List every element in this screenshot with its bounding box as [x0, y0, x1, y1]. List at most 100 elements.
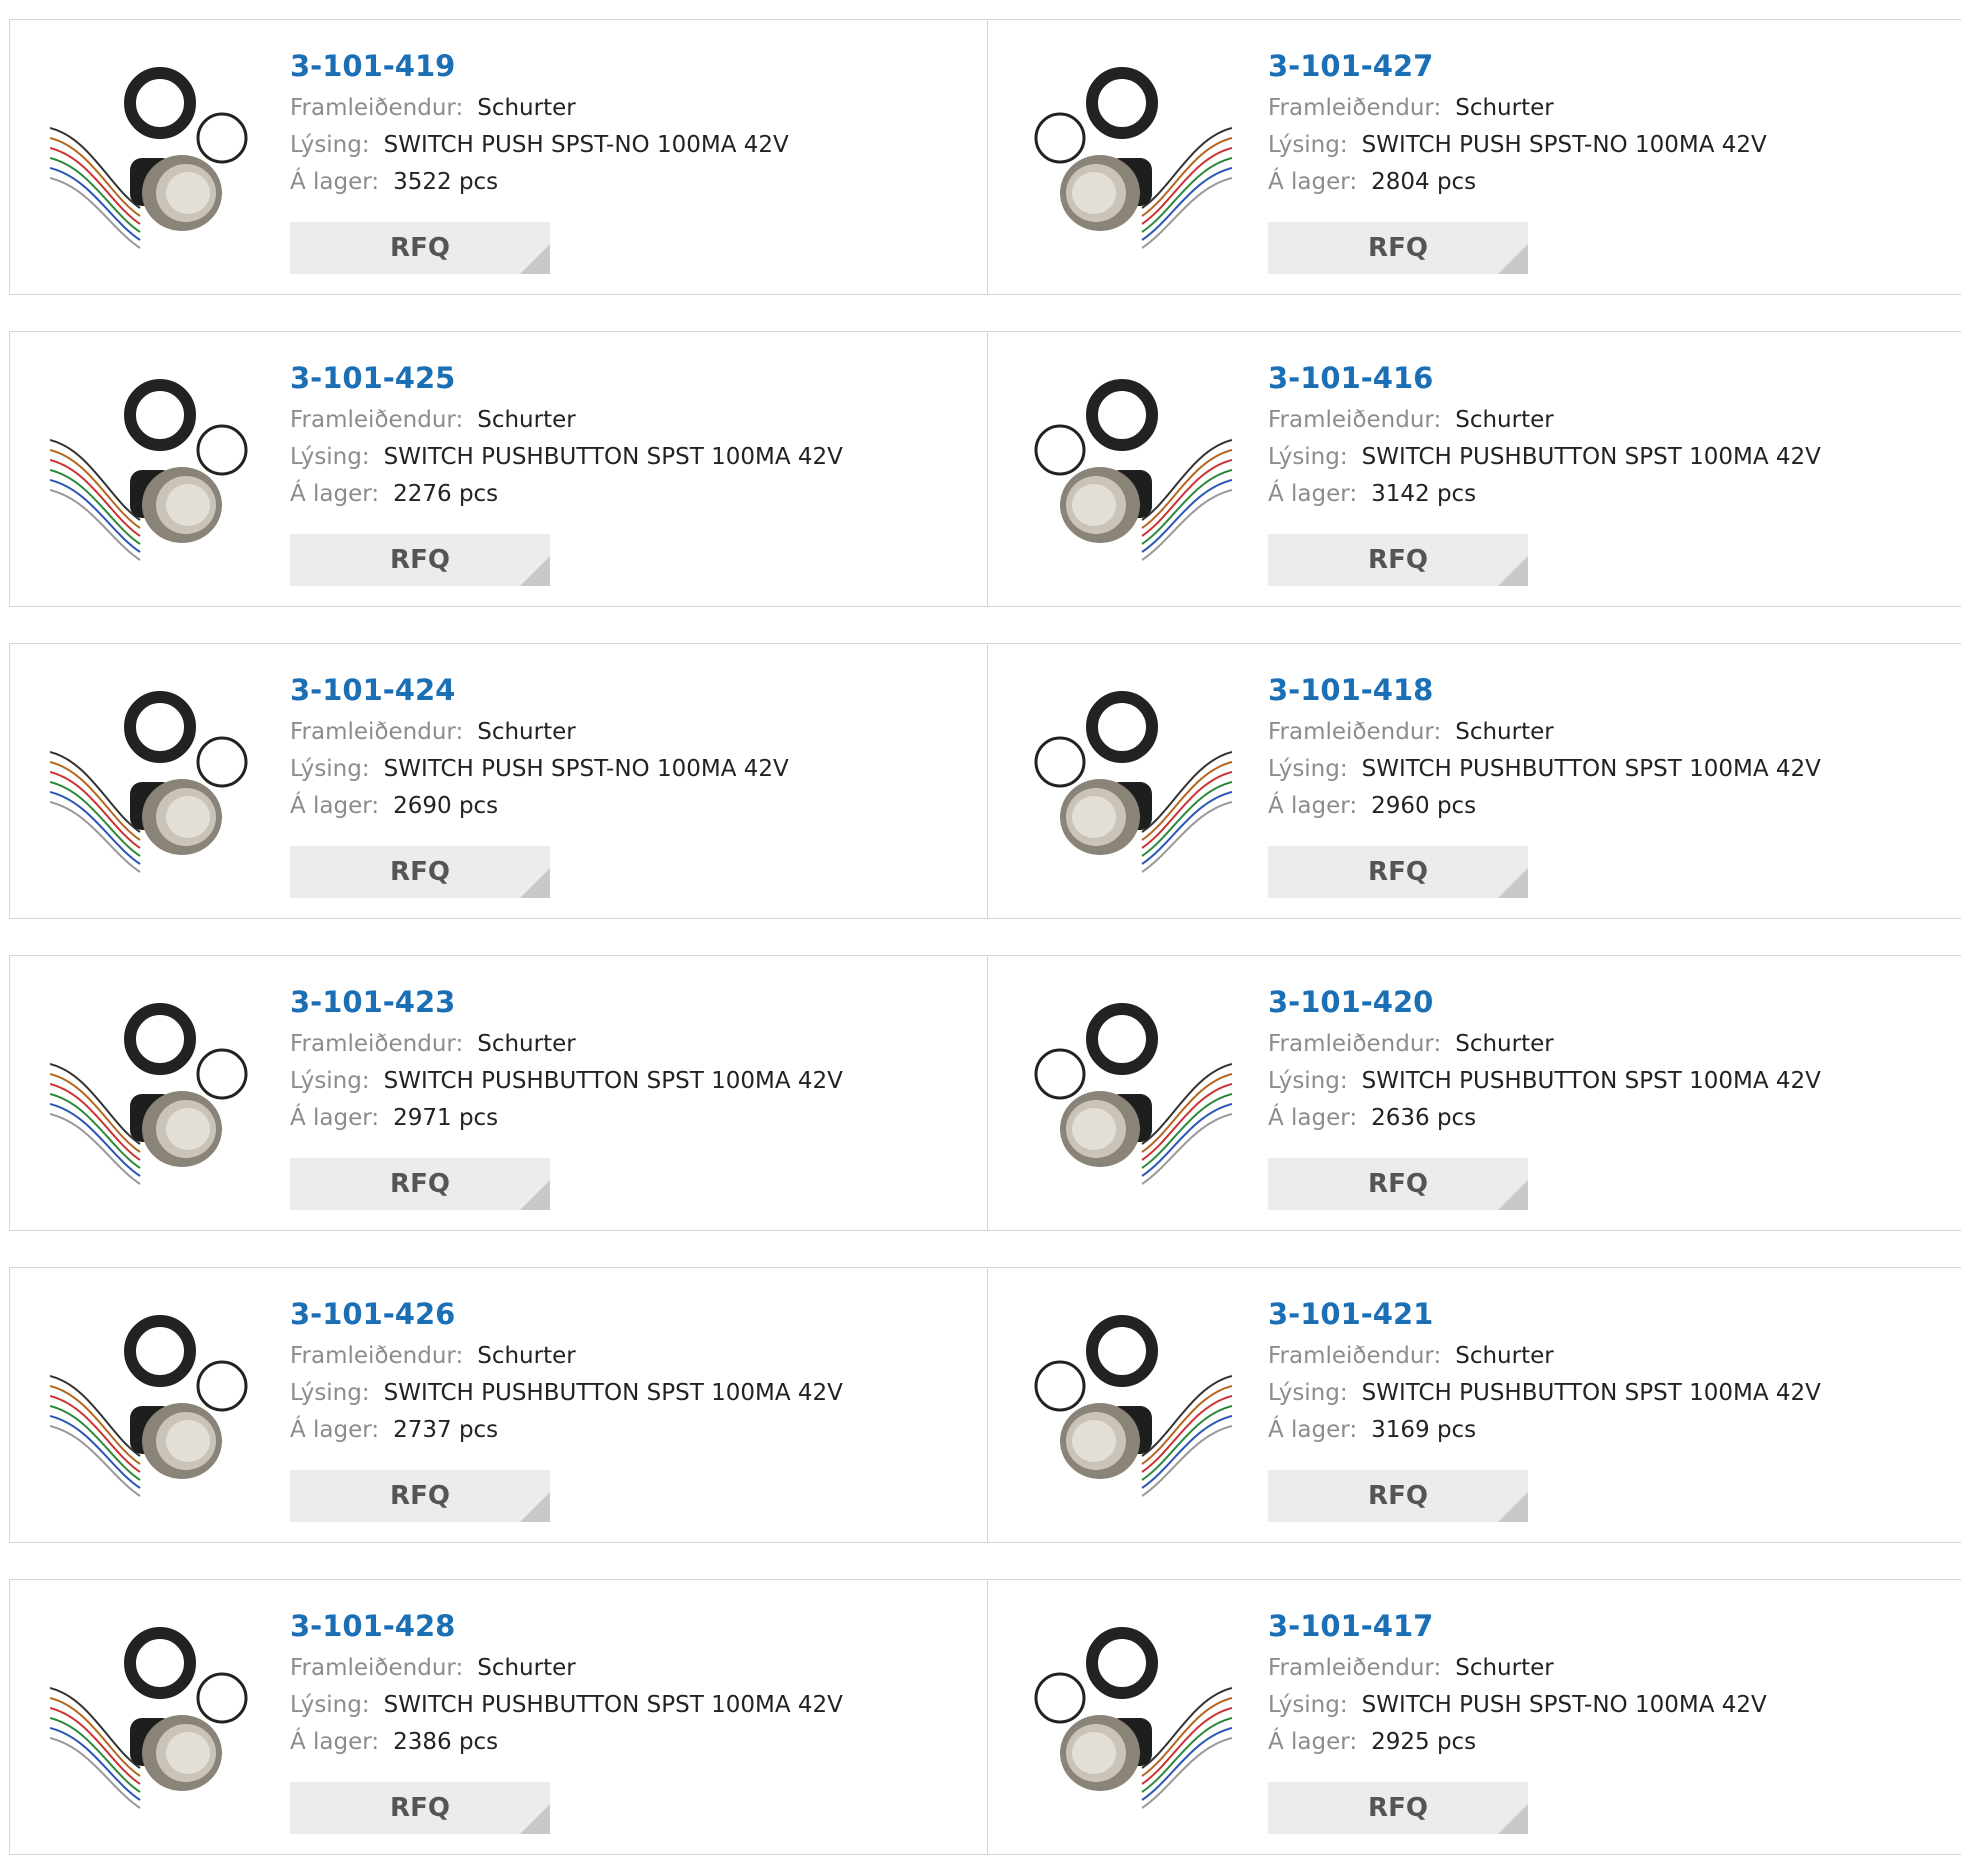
- product-image[interactable]: [50, 994, 254, 1194]
- rfq-button[interactable]: RFQ: [1268, 1782, 1528, 1834]
- manufacturer-row: Framleiðendur: Schurter: [290, 1026, 977, 1063]
- manufacturer-value: Schurter: [1455, 95, 1554, 121]
- part-number-link[interactable]: 3-101-426: [290, 1296, 977, 1332]
- product-info: 3-101-421 Framleiðendur: Schurter Lýsing:…: [1268, 1296, 1958, 1449]
- description-label: Lýsing:: [290, 1380, 370, 1406]
- rfq-button[interactable]: RFQ: [1268, 534, 1528, 586]
- product-card-3-101-417: 3-101-417 Framleiðendur: Schurter Lýsing:…: [987, 1579, 1961, 1855]
- rfq-corner-decoration: [520, 1180, 550, 1210]
- rfq-button[interactable]: RFQ: [290, 1782, 550, 1834]
- part-number-link[interactable]: 3-101-417: [1268, 1608, 1958, 1644]
- description-label: Lýsing:: [290, 756, 370, 782]
- stock-label: Á lager:: [290, 1417, 380, 1443]
- description-value: SWITCH PUSHBUTTON SPST 100MA 42V: [1361, 1068, 1821, 1094]
- manufacturer-value: Schurter: [477, 95, 576, 121]
- rfq-button[interactable]: RFQ: [290, 222, 550, 274]
- stock-value: 3522 pcs: [393, 169, 499, 195]
- stock-value: 2386 pcs: [393, 1729, 499, 1755]
- product-image[interactable]: [1028, 682, 1232, 882]
- product-image[interactable]: [1028, 994, 1232, 1194]
- rfq-corner-decoration: [1498, 1492, 1528, 1522]
- manufacturer-value: Schurter: [477, 1655, 576, 1681]
- product-image[interactable]: [50, 370, 254, 570]
- part-number-link[interactable]: 3-101-424: [290, 672, 977, 708]
- rfq-corner-decoration: [1498, 1180, 1528, 1210]
- part-number-link[interactable]: 3-101-428: [290, 1608, 977, 1644]
- stock-value: 2925 pcs: [1371, 1729, 1477, 1755]
- stock-label: Á lager:: [1268, 1417, 1358, 1443]
- product-card-3-101-418: 3-101-418 Framleiðendur: Schurter Lýsing:…: [987, 643, 1961, 919]
- description-row: Lýsing: SWITCH PUSHBUTTON SPST 100MA 42V: [1268, 1063, 1958, 1100]
- stock-row: Á lager: 2960 pcs: [1268, 788, 1958, 825]
- manufacturer-row: Framleiðendur: Schurter: [290, 1338, 977, 1375]
- description-value: SWITCH PUSH SPST-NO 100MA 42V: [1361, 132, 1767, 158]
- stock-label: Á lager:: [290, 793, 380, 819]
- description-value: SWITCH PUSH SPST-NO 100MA 42V: [1361, 1692, 1767, 1718]
- part-number-link[interactable]: 3-101-423: [290, 984, 977, 1020]
- part-number-link[interactable]: 3-101-425: [290, 360, 977, 396]
- rfq-label: RFQ: [1368, 1169, 1428, 1199]
- rfq-corner-decoration: [1498, 1804, 1528, 1834]
- part-number-link[interactable]: 3-101-421: [1268, 1296, 1958, 1332]
- stock-value: 3142 pcs: [1371, 481, 1477, 507]
- product-grid: 3-101-419 Framleiðendur: Schurter Lýsing:…: [9, 19, 1961, 1855]
- stock-label: Á lager:: [290, 481, 380, 507]
- rfq-button[interactable]: RFQ: [1268, 222, 1528, 274]
- stock-row: Á lager: 2737 pcs: [290, 1412, 977, 1449]
- rfq-button[interactable]: RFQ: [1268, 846, 1528, 898]
- product-image[interactable]: [50, 682, 254, 882]
- part-number-link[interactable]: 3-101-419: [290, 48, 977, 84]
- description-value: SWITCH PUSHBUTTON SPST 100MA 42V: [383, 1692, 843, 1718]
- rfq-button[interactable]: RFQ: [290, 534, 550, 586]
- rfq-corner-decoration: [1498, 556, 1528, 586]
- part-number-link[interactable]: 3-101-416: [1268, 360, 1958, 396]
- manufacturer-row: Framleiðendur: Schurter: [1268, 714, 1958, 751]
- description-value: SWITCH PUSHBUTTON SPST 100MA 42V: [383, 1380, 843, 1406]
- stock-label: Á lager:: [1268, 1105, 1358, 1131]
- manufacturer-value: Schurter: [1455, 1031, 1554, 1057]
- product-card-3-101-420: 3-101-420 Framleiðendur: Schurter Lýsing:…: [987, 955, 1961, 1231]
- product-card-3-101-424: 3-101-424 Framleiðendur: Schurter Lýsing:…: [9, 643, 987, 919]
- product-image[interactable]: [50, 1618, 254, 1818]
- rfq-button[interactable]: RFQ: [290, 846, 550, 898]
- product-info: 3-101-424 Framleiðendur: Schurter Lýsing:…: [290, 672, 977, 825]
- rfq-label: RFQ: [1368, 1481, 1428, 1511]
- part-number-link[interactable]: 3-101-427: [1268, 48, 1958, 84]
- rfq-button[interactable]: RFQ: [1268, 1470, 1528, 1522]
- product-info: 3-101-420 Framleiðendur: Schurter Lýsing:…: [1268, 984, 1958, 1137]
- rfq-label: RFQ: [390, 1481, 450, 1511]
- rfq-button[interactable]: RFQ: [1268, 1158, 1528, 1210]
- product-image[interactable]: [1028, 1306, 1232, 1506]
- stock-row: Á lager: 3522 pcs: [290, 164, 977, 201]
- product-image[interactable]: [50, 1306, 254, 1506]
- manufacturer-row: Framleiðendur: Schurter: [1268, 90, 1958, 127]
- manufacturer-label: Framleiðendur:: [290, 95, 464, 121]
- manufacturer-value: Schurter: [1455, 407, 1554, 433]
- product-image[interactable]: [1028, 370, 1232, 570]
- product-card-3-101-419: 3-101-419 Framleiðendur: Schurter Lýsing:…: [9, 19, 987, 295]
- rfq-label: RFQ: [390, 857, 450, 887]
- stock-value: 2276 pcs: [393, 481, 499, 507]
- manufacturer-label: Framleiðendur:: [1268, 1343, 1442, 1369]
- product-info: 3-101-419 Framleiðendur: Schurter Lýsing:…: [290, 48, 977, 201]
- rfq-label: RFQ: [390, 1169, 450, 1199]
- rfq-button[interactable]: RFQ: [290, 1470, 550, 1522]
- stock-row: Á lager: 2925 pcs: [1268, 1724, 1958, 1761]
- part-number-link[interactable]: 3-101-418: [1268, 672, 1958, 708]
- description-row: Lýsing: SWITCH PUSH SPST-NO 100MA 42V: [290, 127, 977, 164]
- product-image[interactable]: [1028, 58, 1232, 258]
- stock-row: Á lager: 2971 pcs: [290, 1100, 977, 1137]
- manufacturer-label: Framleiðendur:: [290, 1343, 464, 1369]
- part-number-link[interactable]: 3-101-420: [1268, 984, 1958, 1020]
- manufacturer-row: Framleiðendur: Schurter: [290, 90, 977, 127]
- product-image[interactable]: [50, 58, 254, 258]
- product-info: 3-101-428 Framleiðendur: Schurter Lýsing:…: [290, 1608, 977, 1761]
- stock-value: 2804 pcs: [1371, 169, 1477, 195]
- description-row: Lýsing: SWITCH PUSHBUTTON SPST 100MA 42V: [290, 439, 977, 476]
- stock-value: 3169 pcs: [1371, 1417, 1477, 1443]
- stock-label: Á lager:: [1268, 481, 1358, 507]
- manufacturer-row: Framleiðendur: Schurter: [1268, 1650, 1958, 1687]
- rfq-button[interactable]: RFQ: [290, 1158, 550, 1210]
- product-image[interactable]: [1028, 1618, 1232, 1818]
- description-row: Lýsing: SWITCH PUSHBUTTON SPST 100MA 42V: [1268, 439, 1958, 476]
